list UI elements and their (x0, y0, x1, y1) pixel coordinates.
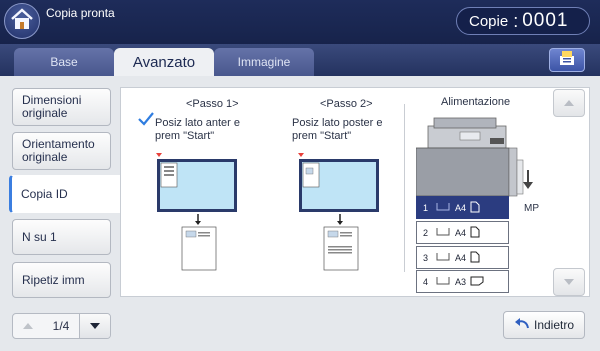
tray-icon (436, 276, 450, 287)
feed-title: Alimentazione (441, 96, 511, 108)
page-down-button[interactable] (79, 314, 110, 338)
portrait-paper-icon (470, 201, 480, 215)
tray-icon (436, 227, 450, 238)
triangle-up-icon (22, 317, 34, 335)
header-bar: Copia pronta Copie : 0001 (0, 0, 600, 44)
check-icon (138, 112, 154, 131)
tray-2-button[interactable]: 2 A4 (416, 221, 509, 244)
triangle-up-icon (563, 94, 575, 112)
landscape-paper-icon (470, 276, 484, 288)
home-icon (9, 7, 35, 36)
page-indicator: 1/4 (52, 319, 70, 333)
tab-bar: Base Avanzato Immagine (0, 44, 600, 76)
job-status-icon (557, 50, 577, 71)
panel-divider (404, 104, 405, 272)
page-navigator: 1/4 (12, 313, 111, 339)
tray-1-button[interactable]: 1 A4 (416, 196, 509, 219)
scroll-down-button[interactable] (553, 268, 585, 296)
printer-icon (416, 117, 533, 197)
sidebar-item-n-su-1[interactable]: N su 1 (12, 219, 111, 255)
portrait-paper-icon (470, 251, 480, 265)
step2-title: <Passo 2> (320, 98, 373, 110)
tab-immagine[interactable]: Immagine (214, 48, 314, 76)
back-label: Indietro (533, 318, 575, 332)
copies-value: 0001 (522, 10, 569, 31)
triangle-down-icon (563, 273, 575, 291)
home-button[interactable] (4, 3, 40, 39)
copies-counter[interactable]: Copie : 0001 (456, 7, 590, 35)
back-button[interactable]: Indietro (503, 311, 585, 339)
portrait-paper-icon (470, 226, 480, 240)
step2-instruction: Posiz lato poster e prem "Start" (292, 117, 383, 142)
copies-label: Copie (469, 12, 509, 30)
tab-base[interactable]: Base (14, 48, 114, 76)
sidebar-item-copia-id[interactable]: Copia ID (9, 175, 121, 213)
tray-3-button[interactable]: 3 A4 (416, 246, 509, 269)
tray-icon (436, 252, 450, 263)
step1-title: <Passo 1> (186, 98, 239, 110)
step1-instruction: Posiz lato anter e prem "Start" (155, 117, 240, 142)
page-up-button[interactable] (13, 314, 43, 338)
tray-icon (436, 202, 450, 213)
sidebar-item-dimensioni-originale[interactable]: Dimensioni originale (12, 88, 111, 126)
triangle-down-icon (89, 317, 101, 335)
id-copy-diagram (156, 153, 379, 271)
job-status-button[interactable] (549, 48, 585, 72)
tab-avanzato[interactable]: Avanzato (114, 48, 214, 76)
scroll-up-button[interactable] (553, 89, 585, 117)
sidebar-item-ripetiz-imm[interactable]: Ripetiz imm (12, 262, 111, 298)
back-arrow-icon (514, 317, 530, 333)
sidebar-item-orientamento-originale[interactable]: Orientamento originale (12, 132, 111, 170)
status-title: Copia pronta (46, 6, 115, 20)
tray-4-button[interactable]: 4 A3 (416, 270, 509, 293)
mp-label: MP (524, 203, 539, 214)
